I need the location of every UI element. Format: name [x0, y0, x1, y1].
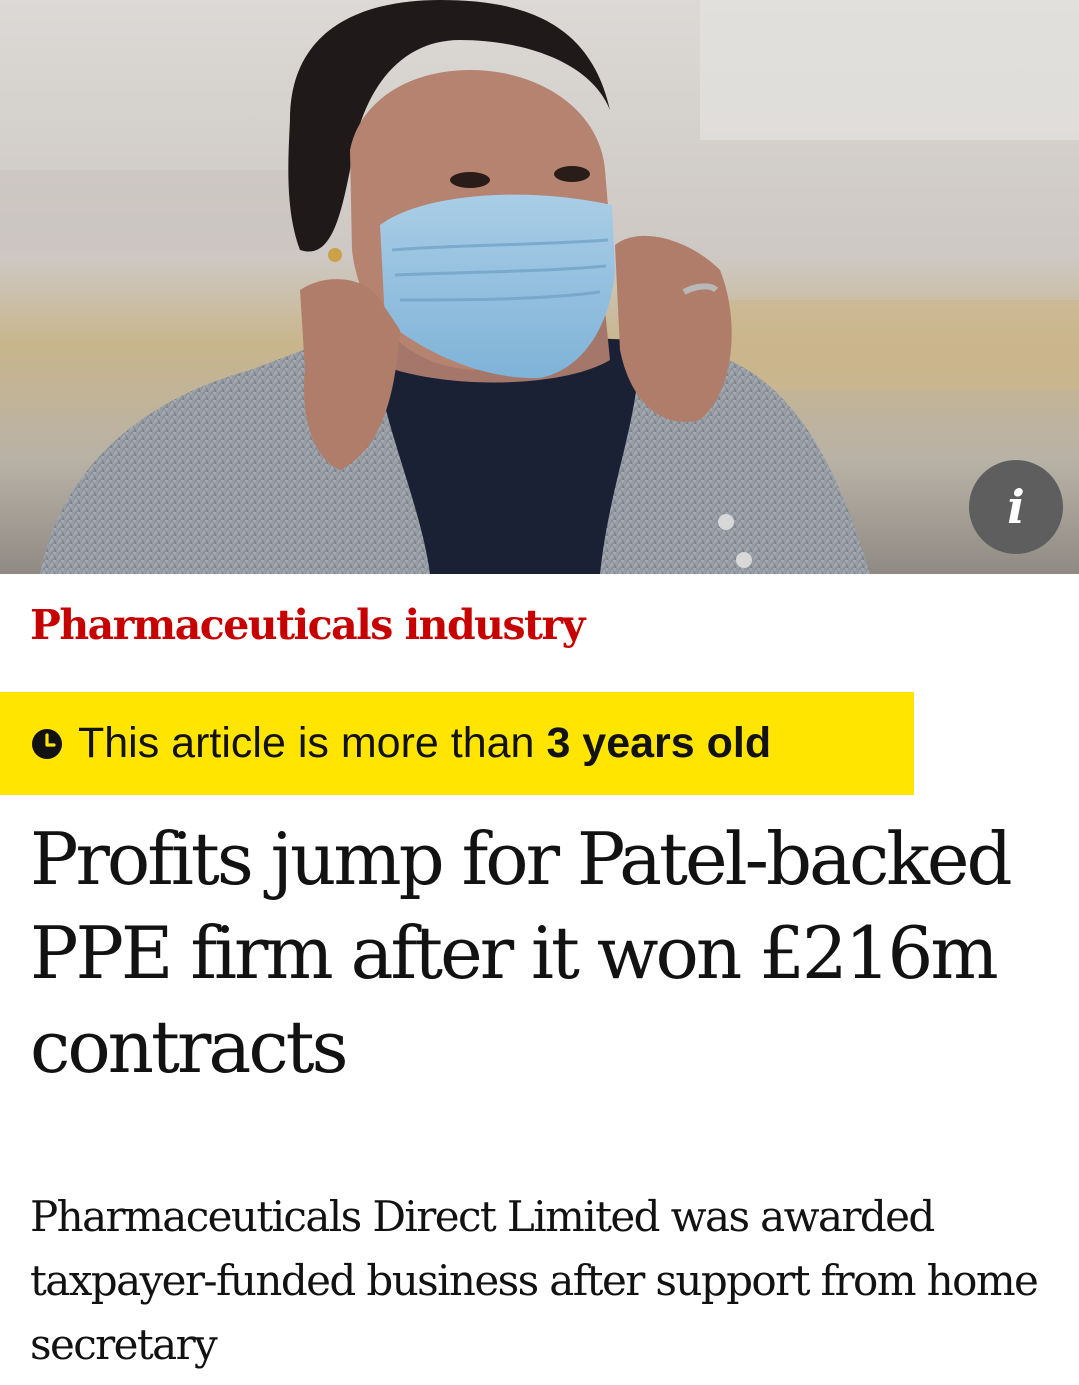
hero-image[interactable]: i [0, 0, 1079, 574]
age-warning-text: This article is more than [78, 719, 535, 767]
age-warning-banner: This article is more than 3 years old [0, 692, 914, 795]
age-warning-emphasis: 3 years old [546, 719, 772, 767]
article-headline: Profits jump for Patel-backed PPE firm a… [30, 817, 1013, 1089]
hero-photo [0, 0, 1079, 574]
article-standfirst: Pharmaceuticals Direct Limited was award… [30, 1192, 1039, 1369]
clock-icon [32, 728, 62, 759]
info-icon[interactable]: i [969, 460, 1063, 554]
section-link[interactable]: Pharmaceuticals industry [30, 595, 585, 655]
